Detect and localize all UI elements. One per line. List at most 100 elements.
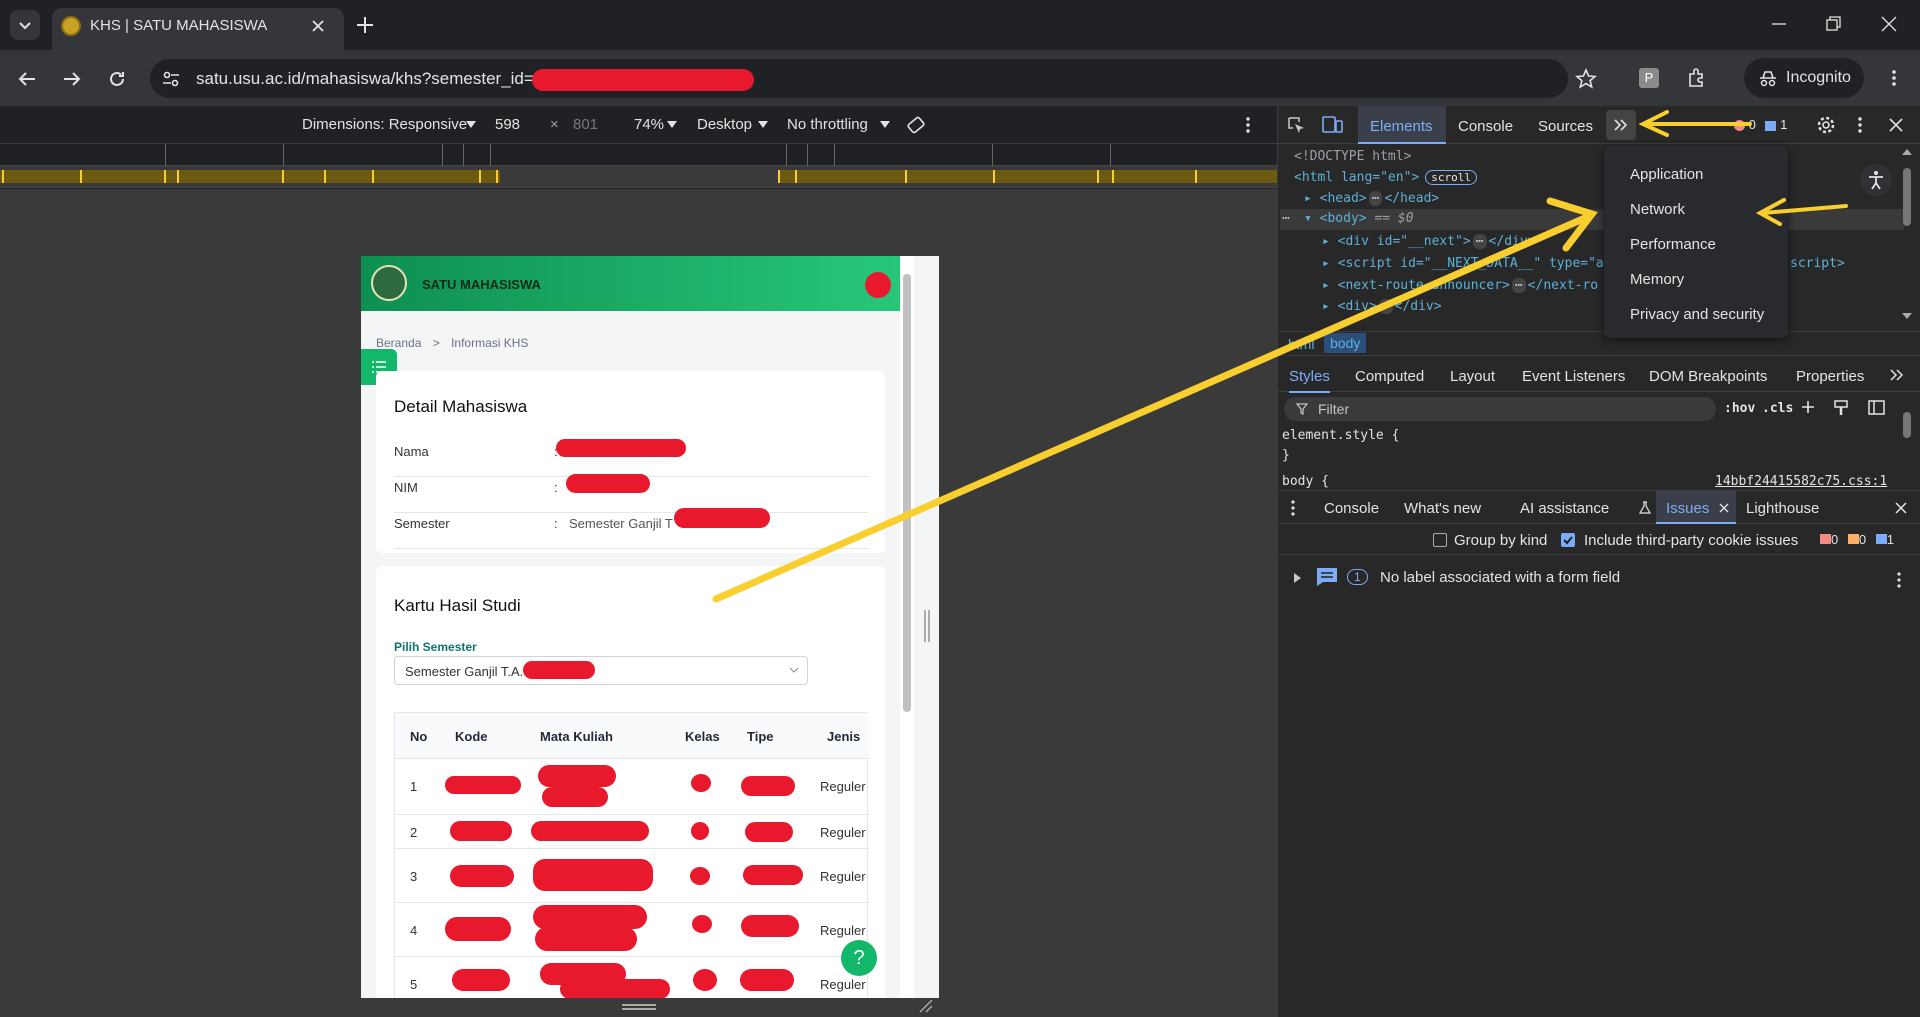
element-style-rule[interactable]: element.style { [1282, 428, 1399, 443]
bookmark-star-icon[interactable] [1575, 68, 1597, 90]
extensions-puzzle-icon[interactable] [1685, 66, 1709, 90]
device-toolbar-more-icon[interactable] [1240, 116, 1256, 134]
paint-brush-icon[interactable] [1833, 399, 1851, 417]
forward-icon[interactable] [61, 68, 83, 90]
tab-computed[interactable]: Computed [1355, 368, 1424, 385]
issue-menu-icon[interactable] [1894, 571, 1904, 589]
tab-dom-breakpoints[interactable]: DOM Breakpoints [1649, 368, 1767, 385]
scroll-up-icon[interactable] [1901, 148, 1913, 156]
dom-line-doctype[interactable]: <!DOCTYPE html> [1294, 149, 1411, 164]
rotate-icon[interactable] [905, 114, 927, 136]
scroll-down-icon[interactable] [1901, 312, 1913, 320]
reload-icon[interactable] [106, 68, 128, 90]
close-drawer-icon[interactable] [1894, 501, 1908, 515]
cls-toggle[interactable]: .cls [1762, 401, 1793, 416]
menu-item-application[interactable]: Application [1630, 166, 1703, 183]
user-avatar[interactable] [865, 272, 891, 298]
breadcrumb-html[interactable]: html [1288, 336, 1314, 352]
khs-table: No Kode Mata Kuliah Kelas Tipe Jenis 1 R… [394, 712, 869, 998]
menu-item-performance[interactable]: Performance [1630, 236, 1716, 253]
drawer-tab-whats-new[interactable]: What's new [1404, 500, 1481, 517]
dom-line-head[interactable]: ▸ <head> ⋯ </head> [1304, 191, 1439, 206]
devtools-menu-icon[interactable] [1852, 115, 1868, 135]
right-resize-handle[interactable] [924, 610, 930, 642]
stylesheet-link[interactable]: 14bbf24415582c75.css:1 [1715, 474, 1887, 489]
tab-styles[interactable]: Styles [1289, 368, 1330, 393]
drawer-tab-issues[interactable]: Issues [1656, 491, 1736, 524]
inspect-element-icon[interactable] [1286, 115, 1306, 135]
site-info-icon[interactable] [161, 69, 181, 89]
extension-p-icon[interactable]: P [1639, 68, 1659, 88]
browser-tab[interactable]: KHS | SATU MAHASISWA [52, 8, 344, 50]
help-button[interactable]: ? [841, 940, 877, 976]
issue-text: No label associated with a form field [1380, 569, 1621, 586]
tab-properties[interactable]: Properties [1796, 368, 1864, 385]
error-counter[interactable]: 0 1 [1734, 117, 1787, 132]
minimize-icon[interactable] [1771, 16, 1787, 32]
drawer-tab-ai-assistance[interactable]: AI assistance [1520, 500, 1609, 517]
close-devtools-icon[interactable] [1888, 117, 1904, 133]
restore-icon[interactable] [1826, 16, 1842, 32]
issue-counters: 0 0 1 [1820, 532, 1894, 547]
add-rule-icon[interactable] [1800, 399, 1818, 417]
dom-line-div[interactable]: ▸ <div> ⋯ </div> [1322, 299, 1442, 314]
page-scrollbar[interactable] [900, 256, 914, 998]
double-chevron-icon[interactable] [1890, 369, 1904, 381]
issues-toolbar: Group by kind Include third-party cookie… [1278, 525, 1920, 555]
dom-line-body-selected[interactable]: ⋯ ▾ <body> == $0 [1280, 209, 1904, 230]
dom-line-announcer[interactable]: ▸ <next-route-announcer> ⋯ </next-ro [1322, 278, 1598, 293]
browser-menu-icon[interactable] [1884, 68, 1904, 88]
address-bar[interactable]: satu.usu.ac.id/mahasiswa/khs?semester_id… [150, 59, 1597, 98]
throttling-dropdown[interactable]: No throttling [787, 116, 868, 133]
body-rule[interactable]: body { [1282, 474, 1329, 489]
width-input[interactable]: 598 [495, 116, 520, 133]
group-by-kind-checkbox[interactable] [1433, 533, 1447, 547]
redaction [450, 865, 514, 887]
devtools-tab-elements[interactable]: Elements [1358, 106, 1446, 144]
dom-line-next[interactable]: ▸ <div id="__next"> ⋯ </div> [1322, 234, 1536, 249]
close-window-icon[interactable] [1881, 16, 1897, 32]
scroll-badge[interactable]: scroll [1425, 170, 1477, 185]
drawer-menu-icon[interactable] [1288, 499, 1298, 517]
devtools-tab-sources[interactable]: Sources [1538, 118, 1593, 135]
drawer-tab-console[interactable]: Console [1324, 500, 1379, 517]
corner-resize-icon[interactable] [918, 998, 934, 1014]
devtools-tab-console[interactable]: Console [1458, 118, 1513, 135]
more-tabs-button[interactable] [1606, 110, 1636, 140]
styles-scrollbar[interactable] [1903, 412, 1911, 438]
device-toolbar-toggle-icon[interactable] [1322, 115, 1344, 135]
settings-gear-icon[interactable] [1816, 115, 1836, 135]
tab-search-button[interactable] [10, 10, 40, 40]
dom-line-script[interactable]: ▸ <script id="__NEXT_DATA__" type="a [1322, 256, 1604, 271]
incognito-badge[interactable]: Incognito [1744, 58, 1864, 98]
close-tab-icon[interactable] [310, 18, 326, 34]
flask-icon [1639, 501, 1651, 514]
dimension-times: × [550, 116, 559, 133]
new-tab-icon[interactable] [354, 14, 376, 36]
dom-line-html[interactable]: <html lang="en"> scroll [1294, 170, 1477, 185]
back-icon[interactable] [16, 68, 38, 90]
bottom-resize-handle[interactable] [622, 1004, 656, 1010]
toggle-sidebar-icon[interactable] [1868, 399, 1886, 417]
tab-event-listeners[interactable]: Event Listeners [1522, 368, 1625, 385]
dropdown-arrow-icon [466, 121, 476, 128]
close-tab-icon[interactable] [1718, 502, 1730, 514]
tab-layout[interactable]: Layout [1450, 368, 1495, 385]
breadcrumb-home[interactable]: Beranda [376, 336, 421, 350]
dimensions-dropdown[interactable]: Dimensions: Responsive [302, 116, 467, 133]
device-type-dropdown[interactable]: Desktop [697, 116, 752, 133]
menu-item-network[interactable]: Network [1630, 201, 1685, 218]
zoom-dropdown[interactable]: 74% [634, 116, 664, 133]
styles-filter-input[interactable]: Filter [1284, 397, 1716, 421]
menu-item-privacy-security[interactable]: Privacy and security [1630, 306, 1764, 323]
semester-select[interactable]: Semester Ganjil T.A. [394, 656, 808, 685]
accessibility-toggle[interactable] [1860, 164, 1892, 196]
dom-scrollbar[interactable] [1903, 168, 1911, 226]
breadcrumb-body[interactable]: body [1324, 333, 1367, 353]
drawer-tab-lighthouse[interactable]: Lighthouse [1746, 500, 1819, 517]
include-third-party-checkbox[interactable] [1561, 533, 1575, 547]
menu-item-memory[interactable]: Memory [1630, 271, 1684, 288]
issue-row[interactable]: 1 No label associated with a form field [1278, 562, 1920, 594]
hov-toggle[interactable]: :hov [1724, 401, 1755, 416]
height-input[interactable]: 801 [573, 116, 598, 133]
